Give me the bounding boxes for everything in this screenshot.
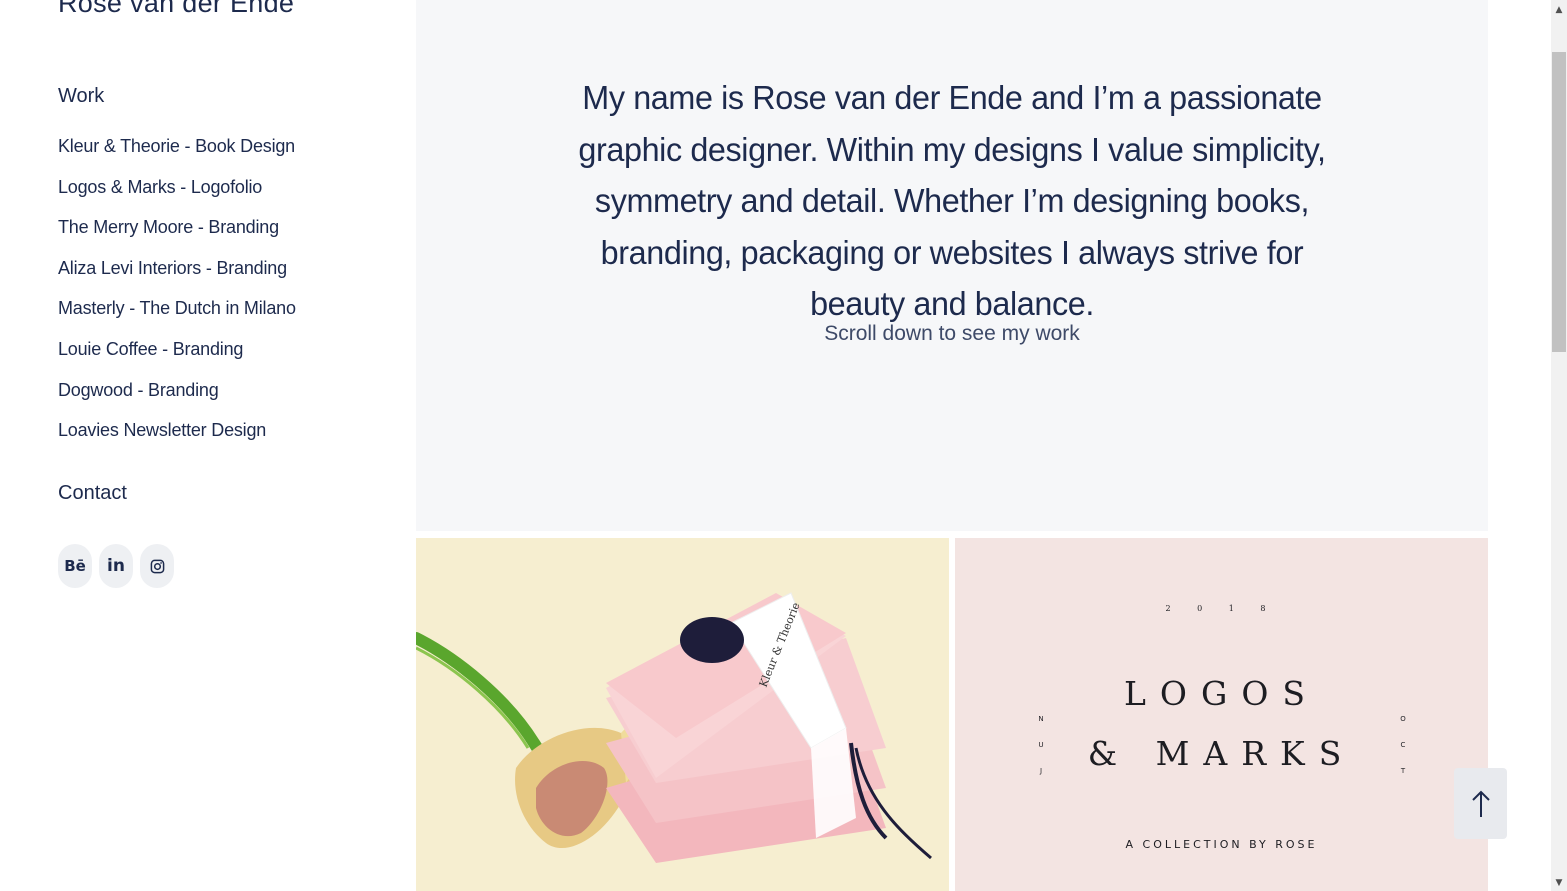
project-tile-kleur-theorie[interactable]: Kleur & Theorie [416,538,949,891]
nav-item-kleur-theorie[interactable]: Kleur & Theorie - Book Design [58,130,296,171]
logos-subtitle: A COLLECTION BY ROSE [1125,838,1318,851]
nav-item-dogwood[interactable]: Dogwood - Branding [58,374,296,415]
intro-text: My name is Rose van der Ende and I’m a p… [578,79,1326,322]
logos-year: 2 0 1 8 [1165,604,1278,613]
instagram-button[interactable] [140,544,174,588]
project-nav: Kleur & Theorie - Book Design Logos & Ma… [58,130,296,455]
book-photo: Kleur & Theorie [416,538,949,891]
scrollbar-thumb[interactable] [1552,52,1566,352]
linkedin-icon: in [107,556,125,576]
behance-button[interactable]: Bē [58,544,92,588]
scroll-up-arrow[interactable]: ▲ [1551,2,1567,18]
back-to-top-button[interactable] [1454,768,1507,839]
linkedin-button[interactable]: in [99,544,133,588]
logos-vertical-left: NUJ [1038,715,1044,775]
nav-heading-work[interactable]: Work [58,85,104,108]
intro-section: My name is Rose van der Ende and I’m a p… [416,0,1488,531]
nav-item-aliza-levi[interactable]: Aliza Levi Interiors - Branding [58,252,296,293]
scroll-down-arrow[interactable]: ▼ [1551,875,1567,891]
instagram-icon [150,559,164,573]
social-links: Bē in [58,544,174,588]
project-tile-logos-marks[interactable]: 2 0 1 8 LOGOS & MARKS NUJ OCT A COLLECTI… [955,538,1488,891]
nav-item-masterly[interactable]: Masterly - The Dutch in Milano [58,292,296,333]
nav-item-loavies[interactable]: Loavies Newsletter Design [58,414,296,455]
arrow-up-icon [1471,790,1490,817]
logos-vertical-right: OCT [1400,715,1406,775]
site-title[interactable]: Rose van der Ende [58,0,294,19]
sidebar: Rose van der Ende Work Kleur & Theorie -… [0,0,416,891]
nav-item-logos-marks[interactable]: Logos & Marks - Logofolio [58,171,296,212]
nav-heading-contact[interactable]: Contact [58,482,127,505]
behance-icon: Bē [64,557,86,575]
scroll-hint: Scroll down to see my work [824,322,1080,345]
page-scrollbar[interactable]: ▲ ▼ [1551,0,1567,891]
nav-item-louie-coffee[interactable]: Louie Coffee - Branding [58,333,296,374]
nav-item-merry-moore[interactable]: The Merry Moore - Branding [58,211,296,252]
